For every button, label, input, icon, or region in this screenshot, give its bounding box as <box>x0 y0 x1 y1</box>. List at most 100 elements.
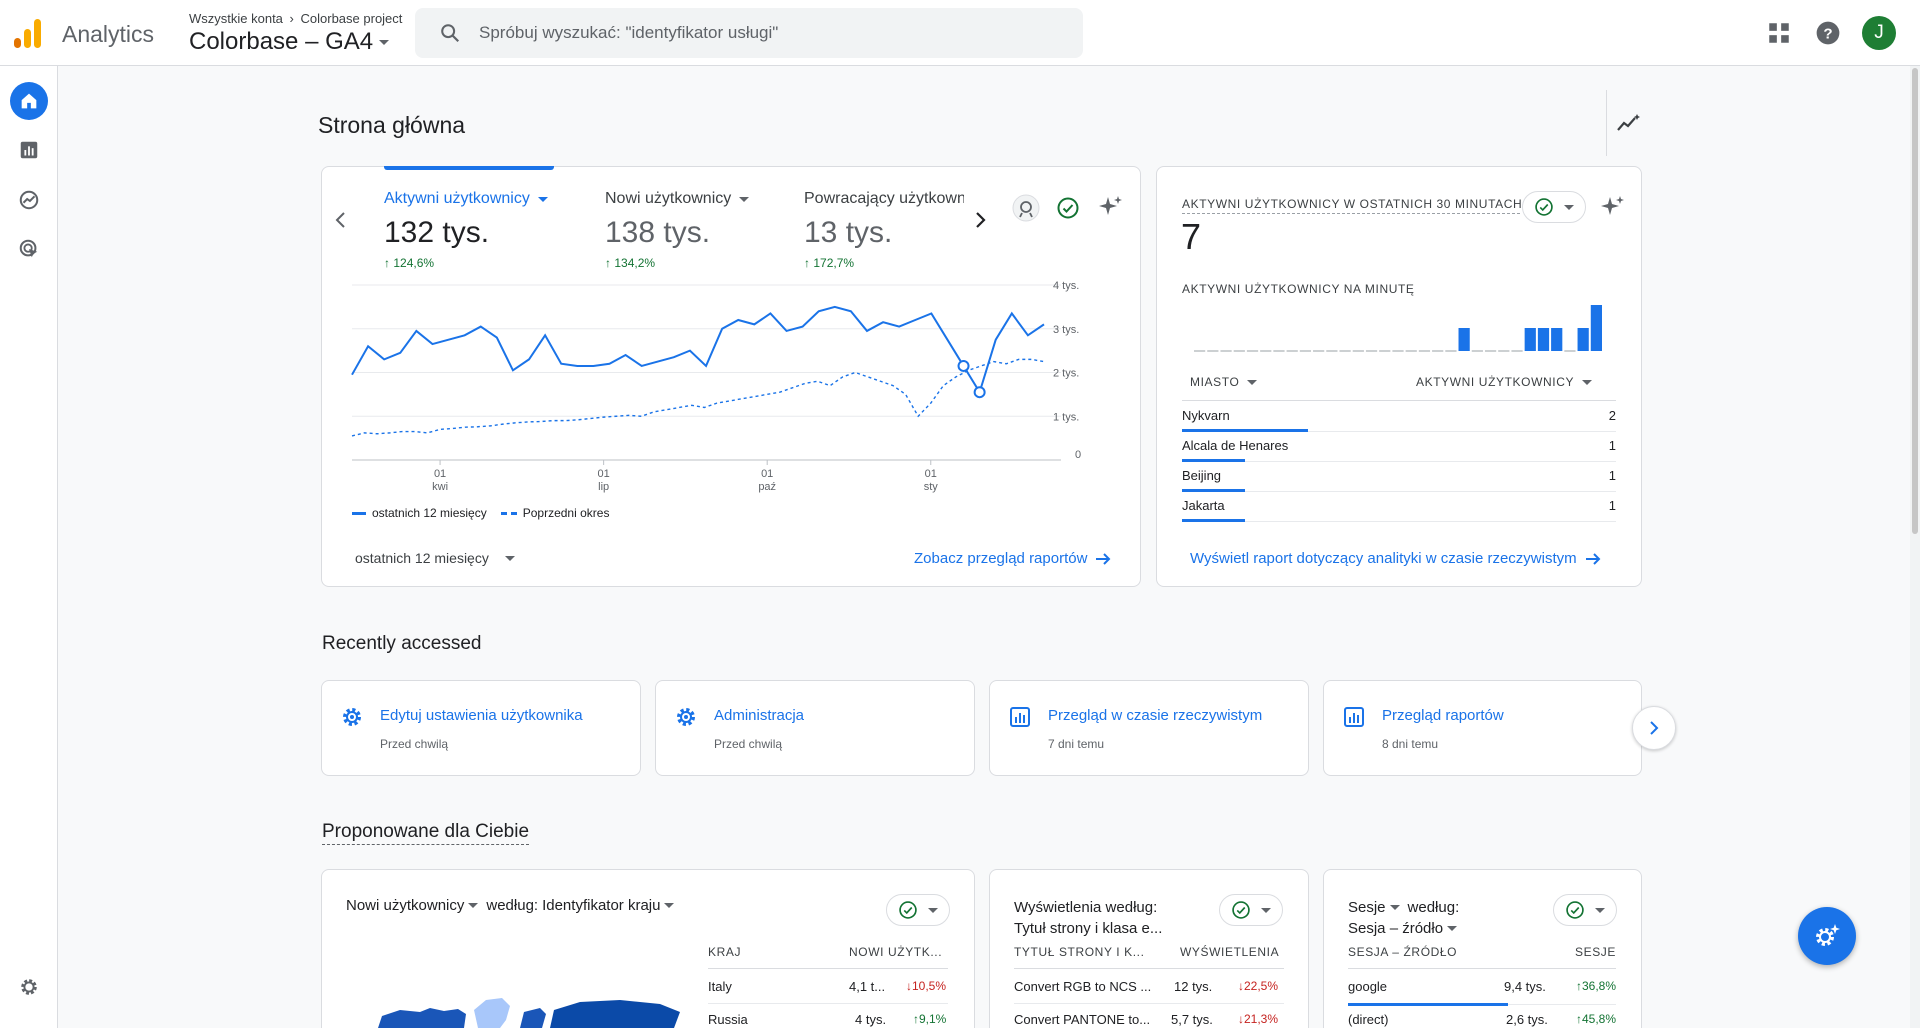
date-range-selector[interactable]: ostatnich 12 miesięcy <box>355 550 515 566</box>
minute-bar[interactable] <box>1577 328 1589 351</box>
nav-explore[interactable] <box>10 181 48 219</box>
sparkle-icon[interactable] <box>1098 194 1124 220</box>
avatar[interactable]: J <box>1862 16 1896 50</box>
divider <box>708 1003 948 1004</box>
by-label: według: <box>486 897 539 914</box>
divider <box>1606 90 1607 156</box>
analytics-logo-icon[interactable] <box>14 18 44 48</box>
x-tick-label: lip <box>598 481 609 493</box>
chevron-left-icon[interactable] <box>333 211 349 229</box>
y-tick-label: 3 tys. <box>1053 324 1079 336</box>
chevron-down-icon <box>1564 204 1574 210</box>
search-input[interactable]: Spróbuj wyszukać: "identyfikator usługi" <box>415 8 1083 58</box>
insights-fab-button[interactable] <box>1798 907 1856 965</box>
nav-home[interactable] <box>10 82 48 120</box>
x-tick-label: 01 <box>434 468 446 480</box>
search-icon <box>441 24 460 43</box>
realtime-count: 7 <box>1181 216 1202 257</box>
card-status-dropdown[interactable] <box>1219 894 1283 926</box>
suggested-card-title[interactable]: Nowi użytkownicy według: Identyfikator k… <box>346 897 675 914</box>
chevron-right-icon[interactable] <box>972 211 988 229</box>
chevron-down-icon <box>537 196 548 202</box>
page-value: 5,7 tys. <box>1171 1012 1213 1027</box>
page-name: Convert RGB to NCS ... <box>1014 979 1152 994</box>
city-users: 2 <box>1608 408 1616 423</box>
metric-label: Powracający użytkowni <box>804 190 964 207</box>
target-cursor-icon <box>19 239 38 258</box>
chevron-down-icon <box>504 555 515 561</box>
check-circle-icon[interactable] <box>1056 196 1080 220</box>
table-row[interactable]: Alcala de Henares 1 <box>1182 432 1616 462</box>
breadcrumb[interactable]: Wszystkie konta › Colorbase project <box>189 11 402 26</box>
minute-bar[interactable] <box>1524 328 1536 351</box>
bar-chart-icon <box>20 141 38 159</box>
table-row[interactable]: Beijing 1 <box>1182 462 1616 492</box>
chevron-down-icon <box>1595 907 1605 913</box>
gear-icon <box>343 708 361 726</box>
property-selector[interactable]: Colorbase – GA4 <box>189 28 390 56</box>
anomaly-badge-icon[interactable] <box>1011 193 1041 223</box>
column-sessions: SESJE <box>1575 945 1617 959</box>
recent-item-title: Edytuj ustawienia użytkownika <box>380 707 583 724</box>
recent-next-button[interactable] <box>1632 706 1676 750</box>
left-nav-rail <box>0 66 58 1028</box>
nav-reports[interactable] <box>10 131 48 169</box>
recent-item-title: Przegląd raportów <box>1382 707 1504 724</box>
anomaly-point[interactable] <box>973 386 986 399</box>
card-status-dropdown[interactable] <box>886 894 950 926</box>
metric-delta: 124,6% <box>393 256 435 270</box>
table-row[interactable]: Jakarta 1 <box>1182 492 1616 522</box>
y-tick-label: 1 tys. <box>1053 411 1079 423</box>
table-row[interactable]: Nykvarn 2 <box>1182 402 1616 432</box>
x-tick-label: paź <box>758 481 776 493</box>
realtime-status-dropdown[interactable] <box>1522 191 1586 223</box>
minute-bar[interactable] <box>1590 305 1602 351</box>
breadcrumb-project[interactable]: Colorbase project <box>301 11 403 26</box>
anomaly-point[interactable] <box>957 359 970 372</box>
arrow-right-icon <box>1096 552 1111 565</box>
top-bar: Analytics Wszystkie konta › Colorbase pr… <box>0 0 1920 66</box>
recent-item-card[interactable]: Przegląd raportów 8 dni temu <box>1323 680 1642 776</box>
metric-returning-users[interactable]: Powracający użytkowni 13 tys. ↑ 172,7% <box>804 190 964 270</box>
recent-item-card[interactable]: Przegląd w czasie rzeczywistym 7 dni tem… <box>989 680 1309 776</box>
column-active-users[interactable]: Aktywni użytkownicy <box>1416 375 1593 389</box>
card-status-dropdown[interactable] <box>1553 894 1617 926</box>
recently-accessed-title: Recently accessed <box>322 633 482 654</box>
chevron-down-icon <box>739 196 750 202</box>
x-tick-label: 01 <box>598 468 610 480</box>
view-reports-link[interactable]: Zobacz przegląd raportów <box>914 550 1111 567</box>
sparkle-icon[interactable] <box>1600 194 1626 220</box>
minute-bar[interactable] <box>1537 328 1550 351</box>
chevron-right-icon: › <box>289 11 294 26</box>
recent-item-card[interactable]: Edytuj ustawienia użytkownika Przed chwi… <box>321 680 641 776</box>
minute-bar[interactable] <box>1551 328 1563 351</box>
chevron-right-icon <box>1650 721 1659 735</box>
chevron-down-icon <box>1247 379 1258 385</box>
scrollbar-thumb[interactable] <box>1912 68 1918 534</box>
insights-icon[interactable] <box>1616 112 1642 134</box>
nav-advertising[interactable] <box>10 230 48 268</box>
series-line-current <box>351 305 1045 395</box>
line-chart: 4 tys.3 tys.2 tys.1 tys.001kwi01lip01paź… <box>351 280 1081 493</box>
suggested-card-title[interactable]: Wyświetlenia według: Tytuł strony i klas… <box>1014 897 1184 939</box>
apps-grid-icon[interactable] <box>1766 20 1792 46</box>
help-icon[interactable]: ? <box>1815 20 1841 46</box>
home-icon <box>21 93 37 109</box>
x-tick-label: 01 <box>925 468 937 480</box>
metric-delta: 172,7% <box>813 256 855 270</box>
breadcrumb-all-accounts[interactable]: Wszystkie konta <box>189 11 283 26</box>
metric-active-users[interactable]: Aktywni użytkownicy 132 tys. ↑ 124,6% <box>384 190 548 270</box>
realtime-report-link[interactable]: Wyświetl raport dotyczący analityki w cz… <box>1190 550 1601 567</box>
delta-value: 45,8% <box>1582 1012 1617 1026</box>
recent-item-time: 8 dni temu <box>1382 737 1439 751</box>
delta-value: 36,8% <box>1582 979 1617 993</box>
nav-admin[interactable] <box>10 968 48 1006</box>
page-title: Strona główna <box>318 112 466 138</box>
minute-bar[interactable] <box>1458 328 1470 351</box>
recent-item-card[interactable]: Administracja Przed chwilą <box>655 680 975 776</box>
column-city[interactable]: Miasto <box>1190 375 1258 389</box>
view-reports-label: Zobacz przegląd raportów <box>914 550 1088 567</box>
recent-item-time: Przed chwilą <box>714 737 783 751</box>
suggested-card-title[interactable]: Sesje według: Sesja – źródło <box>1348 897 1459 939</box>
metric-new-users[interactable]: Nowi użytkownicy 138 tys. ↑ 134,2% <box>605 190 750 270</box>
